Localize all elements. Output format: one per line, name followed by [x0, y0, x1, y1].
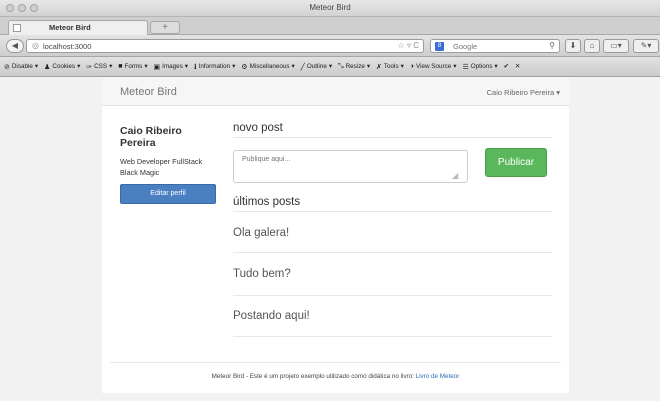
devbar-item-cookies[interactable]: ♟ Cookies ▾ — [44, 63, 80, 71]
close-toolbar-icon[interactable]: ✕ — [515, 63, 520, 70]
divider — [233, 295, 552, 296]
tools-icon: ✗ — [376, 63, 382, 71]
page-menu-icon[interactable]: ▭▾ — [603, 39, 629, 53]
images-icon: ▣ — [153, 63, 161, 71]
caret-down-icon: ▾ — [556, 88, 560, 97]
devbar-item-css[interactable]: ✑ CSS ▾ — [86, 63, 112, 71]
tab-bar: Meteor Bird + — [0, 17, 660, 35]
devbar-item-view-source[interactable]: ◑ View Source ▾ — [410, 63, 457, 70]
divider — [233, 137, 552, 138]
home-icon[interactable]: ⌂ — [584, 39, 600, 53]
view-source-icon: ◑ — [409, 63, 415, 70]
information-icon: ℹ — [193, 63, 197, 71]
post-item: Ola galera! — [233, 227, 290, 239]
cookies-icon: ♟ — [44, 63, 51, 71]
devbar-item-resize[interactable]: ⤡ Resize ▾ — [338, 63, 370, 71]
site-header: Meteor Bird Caio Ribeiro Pereira ▾ — [102, 77, 569, 106]
new-tab-button[interactable]: + — [150, 21, 180, 34]
post-item: Postando aqui! — [233, 310, 310, 322]
page-icon — [13, 24, 21, 32]
forms-icon: ■ — [118, 63, 123, 70]
user-menu[interactable]: Caio Ribeiro Pereira ▾ — [487, 88, 560, 97]
devbar-item-miscellaneous[interactable]: ⚙ Miscellaneous ▾ — [241, 63, 294, 71]
new-post-title: novo post — [233, 122, 283, 134]
divider — [233, 252, 552, 253]
profile-name: Caio Ribeiro Pereira — [120, 125, 182, 149]
search-engine-icon[interactable]: 8 — [435, 42, 444, 51]
tab-title: Meteor Bird — [49, 23, 91, 32]
publish-button[interactable]: Publicar — [485, 148, 547, 177]
profile-bio: Web Developer FullStack Black Magic — [120, 157, 203, 177]
search-icon[interactable]: ⚲ — [549, 41, 555, 50]
outline-icon: ╱ — [300, 63, 305, 71]
devbar-item-images[interactable]: ▣ Images ▾ — [154, 63, 188, 71]
css-icon: ✑ — [86, 63, 93, 71]
search-bar[interactable]: 8 Google ⚲ — [430, 39, 560, 53]
footer-divider — [110, 362, 561, 363]
resize-icon: ⤡ — [338, 62, 344, 70]
url-text: localhost:3000 — [43, 42, 92, 51]
disable-icon: ⊘ — [4, 63, 10, 71]
web-developer-toolbar: ⊘ Disable ▾ ♟ Cookies ▾ ✑ CSS ▾ ■ Forms ▾ ▣ I… — [0, 57, 660, 77]
options-icon: ☰ — [462, 63, 469, 71]
brand-link[interactable]: Meteor Bird — [120, 86, 177, 98]
devbar-item-disable[interactable]: ⊘ Disable ▾ — [4, 63, 38, 71]
bookmark-star-icon[interactable]: ☆ ▿ C — [398, 41, 419, 50]
post-input[interactable] — [233, 150, 468, 183]
latest-posts-title: últimos posts — [233, 196, 301, 208]
tab-meteor-bird[interactable]: Meteor Bird — [8, 20, 148, 35]
globe-icon: ◎ — [32, 41, 39, 50]
window-titlebar: Meteor Bird — [0, 0, 660, 17]
download-icon[interactable]: ⬇ — [565, 39, 581, 53]
extension-icon[interactable]: ✎▾ — [633, 39, 659, 53]
divider — [233, 336, 552, 337]
window-title: Meteor Bird — [309, 3, 351, 12]
miscellaneous-icon: ⚙ — [241, 63, 248, 71]
navigation-bar: ◀ ◎ localhost:3000 ☆ ▿ C 8 Google ⚲ ⬇ ⌂ … — [0, 35, 660, 57]
resize-grip-icon[interactable]: ◢ — [452, 171, 458, 180]
devbar-item-information[interactable]: ℹ Information ▾ — [194, 63, 235, 71]
post-item: Tudo bem? — [233, 268, 291, 280]
back-button[interactable]: ◀ — [6, 39, 24, 53]
user-menu-label: Caio Ribeiro Pereira — [486, 88, 555, 97]
footer-text: Meteor Bird - Este é um projeto exemplo … — [211, 373, 416, 380]
search-placeholder: Google — [453, 42, 478, 51]
page-footer: Meteor Bird - Este é um projeto exemplo … — [102, 373, 569, 380]
devbar-item-forms[interactable]: ■ Forms ▾ — [118, 63, 147, 70]
checkmark-icon[interactable]: ✔ — [504, 63, 509, 70]
devbar-item-outline[interactable]: ╱ Outline ▾ — [301, 63, 332, 71]
footer-link[interactable]: Livro de Meteor — [416, 373, 460, 380]
devbar-item-options[interactable]: ☰ Options ▾ — [462, 63, 497, 71]
devbar-item-tools[interactable]: ✗ Tools ▾ — [376, 63, 404, 71]
divider — [233, 211, 552, 212]
page-viewport: Meteor Bird Caio Ribeiro Pereira ▾ Caio … — [0, 77, 660, 401]
page-container: Meteor Bird Caio Ribeiro Pereira ▾ Caio … — [102, 77, 569, 393]
edit-profile-button[interactable]: Editar perfil — [120, 184, 216, 204]
url-bar[interactable]: ◎ localhost:3000 ☆ ▿ C — [26, 39, 424, 53]
